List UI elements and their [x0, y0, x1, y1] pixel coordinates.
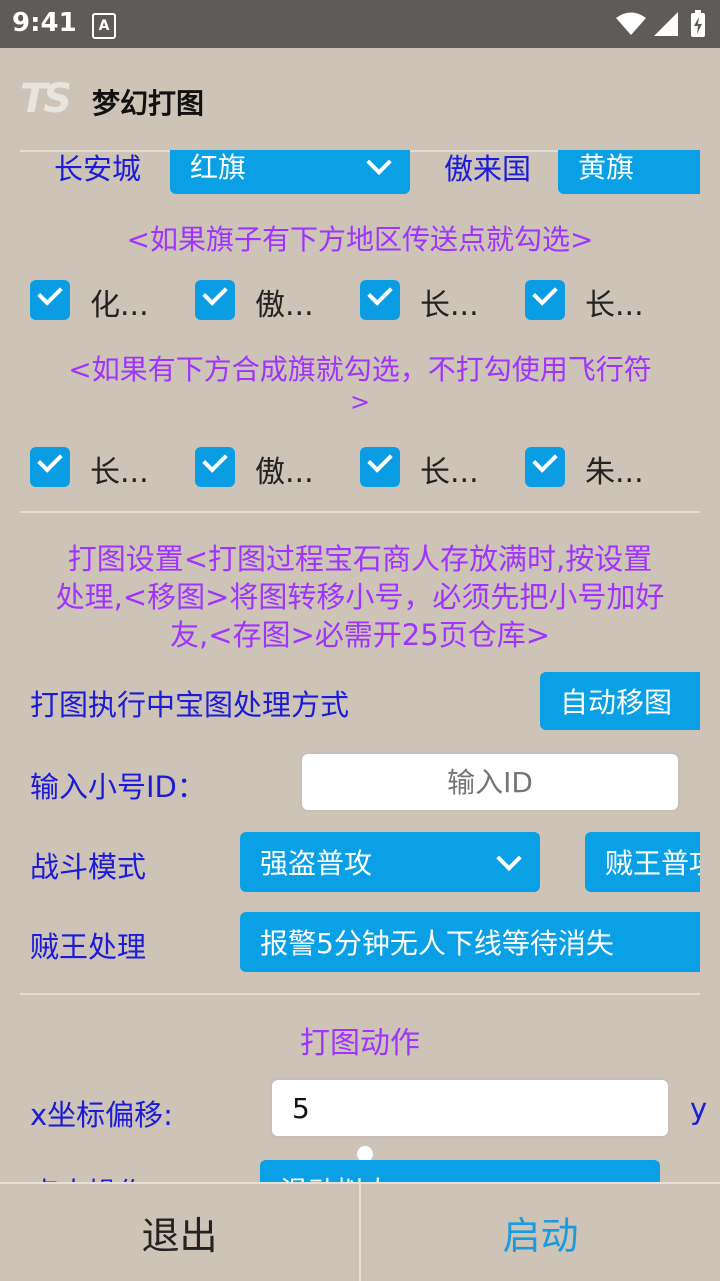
battery-charging-icon — [691, 10, 705, 37]
city1-flag-dropdown[interactable]: 红旗 — [170, 150, 410, 194]
divider — [20, 993, 700, 995]
divider — [20, 511, 700, 513]
chevron-down-icon — [496, 845, 522, 872]
teleport-checkbox-2[interactable] — [195, 280, 235, 320]
composite-checkbox-3-label: 长... — [420, 455, 479, 490]
app-title: 梦幻打图 — [92, 87, 205, 120]
composite-checkbox-2[interactable] — [195, 447, 235, 487]
click-operation-dropdown[interactable]: 滑动拟人 — [260, 1160, 660, 1182]
status-bar: 9:41 A — [0, 0, 720, 48]
teleport-checkbox-3-label: 长... — [420, 288, 479, 323]
treasure-handling-value: 自动移图 — [560, 686, 673, 719]
teleport-checkbox-3[interactable] — [360, 280, 400, 320]
action-section-title: 打图动作 — [300, 1026, 420, 1061]
boss-handling-dropdown[interactable]: 报警5分钟无人下线等待消失 — [240, 912, 700, 972]
battle-mode-dropdown[interactable]: 强盗普攻 — [240, 832, 540, 892]
city1-label: 长安城 — [54, 152, 142, 186]
chevron-down-icon — [366, 150, 392, 176]
click-operation-label: 点击操作 — [30, 1170, 146, 1182]
composite-checkbox-3[interactable] — [360, 447, 400, 487]
composite-checkbox-4-label: 朱... — [585, 455, 644, 490]
bottom-action-bar: 退出 启动 — [0, 1182, 720, 1281]
settings-scroll-area[interactable]: 长安城 红旗 傲来国 黄旗 <如果旗子有下方地区传送点就勾选> 化... 傲..… — [0, 150, 720, 1182]
treasure-handling-label: 打图执行中宝图处理方式 — [30, 688, 350, 722]
city2-flag-dropdown[interactable]: 黄旗 — [558, 150, 700, 194]
start-button[interactable]: 启动 — [361, 1184, 720, 1281]
wifi-icon — [616, 12, 646, 35]
teleport-checkbox-4[interactable] — [525, 280, 565, 320]
status-time: 9:41 — [12, 8, 77, 38]
y-offset-label: y — [690, 1092, 708, 1126]
battle-mode-value: 强盗普攻 — [260, 847, 373, 880]
city1-flag-value: 红旗 — [190, 151, 247, 184]
alt-id-label: 输入小号ID： — [30, 770, 206, 804]
x-offset-value: 5 — [292, 1092, 310, 1125]
signal-icon — [654, 12, 678, 36]
city2-flag-value: 黄旗 — [578, 151, 635, 184]
composite-flag-hint-line1: <如果有下方合成旗就勾选，不打勾使用飞行符 — [68, 353, 652, 386]
teleport-checkbox-2-label: 傲... — [255, 288, 314, 323]
notification-icon: A — [92, 13, 116, 39]
click-operation-value: 滑动拟人 — [280, 1170, 392, 1182]
chevron-down-icon — [616, 1173, 642, 1182]
exit-button[interactable]: 退出 — [0, 1184, 359, 1281]
app-logo: TS — [20, 76, 72, 122]
battle-mode-label: 战斗模式 — [30, 850, 147, 884]
settings-desc-line1: 打图设置<打图过程宝石商人存放满时,按设置 — [67, 542, 653, 576]
x-offset-label: x坐标偏移: — [30, 1098, 173, 1132]
composite-checkbox-1[interactable] — [30, 447, 70, 487]
composite-flag-hint-line2: > — [349, 388, 371, 416]
composite-checkbox-4[interactable] — [525, 447, 565, 487]
alt-id-input[interactable] — [300, 752, 680, 812]
teleport-checkbox-1-label: 化... — [90, 288, 149, 323]
settings-desc-line3: 友,<存图>必需开25页仓库> — [169, 618, 551, 652]
boss-battle-mode-dropdown[interactable]: 贼王普攻 — [585, 832, 700, 892]
city2-label: 傲来国 — [444, 152, 532, 186]
teleport-hint: <如果旗子有下方地区传送点就勾选> — [126, 223, 594, 256]
composite-checkbox-2-label: 傲... — [255, 455, 314, 490]
boss-handling-label: 贼王处理 — [30, 930, 147, 964]
treasure-handling-dropdown[interactable]: 自动移图 — [540, 672, 700, 730]
settings-desc-line2: 处理,<移图>将图转移小号，必须先把小号加好 — [55, 580, 665, 614]
teleport-checkbox-4-label: 长... — [585, 288, 644, 323]
composite-checkbox-1-label: 长... — [90, 455, 149, 490]
teleport-checkbox-1[interactable] — [30, 280, 70, 320]
boss-handling-value: 报警5分钟无人下线等待消失 — [260, 927, 614, 960]
boss-battle-mode-value: 贼王普攻 — [605, 847, 700, 880]
x-offset-input[interactable]: 5 — [270, 1078, 670, 1138]
